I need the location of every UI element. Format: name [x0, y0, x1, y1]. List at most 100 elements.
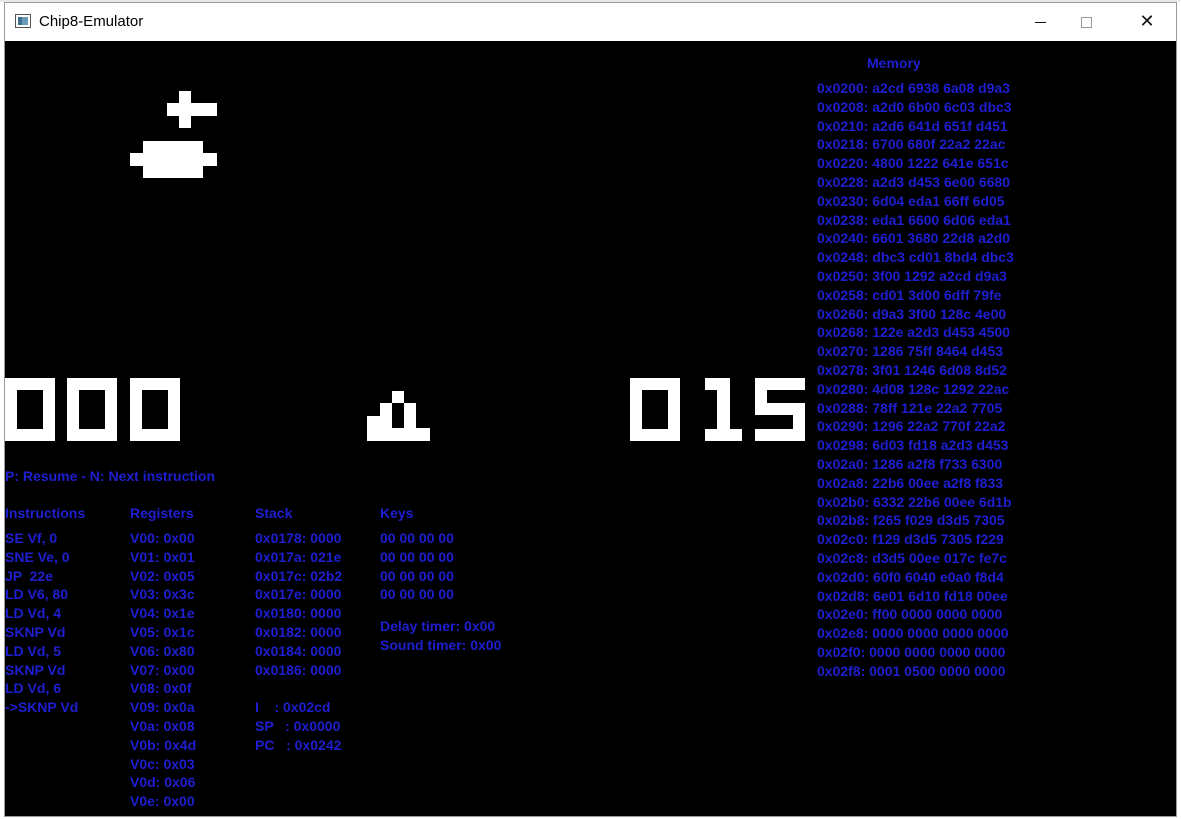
memory-row: 0x0270: 1286 75ff 8464 d453: [817, 343, 1004, 360]
minimize-icon: [1034, 21, 1046, 23]
instructions-header: Instructions: [5, 505, 86, 521]
minimize-button[interactable]: [1017, 3, 1063, 41]
memory-row: 0x02b0: 6332 22b6 00ee 6d1b: [817, 493, 1012, 510]
maximize-icon: [1080, 16, 1092, 28]
memory-row: 0x02e0: ff00 0000 0000 0000: [817, 606, 1003, 623]
stack-item: 0x0186: 0000: [255, 661, 342, 678]
close-button[interactable]: ✕: [1124, 3, 1170, 41]
memory-row: 0x0260: d9a3 3f00 128c 4e00: [817, 305, 1007, 322]
memory-row: 0x02e8: 0000 0000 0000 0000: [817, 625, 1009, 642]
register-item: V09: 0x0a: [130, 699, 195, 716]
register-item: V06: 0x80: [130, 642, 195, 659]
memory-row: 0x02b8: f265 f029 d3d5 7305: [817, 512, 1005, 529]
maximize-button[interactable]: [1063, 3, 1109, 41]
register-item: V08: 0x0f: [130, 680, 192, 697]
keys-row: 00 00 00 00: [380, 548, 454, 565]
register-item: V05: 0x1c: [130, 623, 195, 640]
close-icon: ✕: [1139, 11, 1155, 32]
register-item: V0b: 0x4d: [130, 736, 197, 753]
instruction-item: LD Vd, 5: [5, 642, 62, 659]
memory-row: 0x02d8: 6e01 6d10 fd18 00ee: [817, 587, 1008, 604]
keys-row: 00 00 00 00: [380, 530, 454, 546]
memory-row: 0x0238: eda1 6600 6d06 eda1: [817, 211, 1011, 228]
stack-item: 0x017c: 02b2: [255, 567, 343, 584]
memory-row: 0x0250: 3f00 1292 a2cd d9a3: [817, 267, 1007, 284]
register-item: V0c: 0x03: [130, 755, 195, 772]
memory-row: 0x02c8: d3d5 00ee 017c fe7c: [817, 549, 1007, 566]
instruction-item: LD V6, 80: [5, 586, 69, 603]
stack-list: 0x0178: 0000 0x017a: 021e 0x017c: 02b2 0…: [255, 529, 342, 679]
memory-row: 0x02a0: 1286 a2f8 f733 6300: [817, 455, 1003, 472]
keys-grid: 00 00 00 00 00 00 00 00 00 00 00 00 00 0…: [380, 529, 454, 604]
instruction-list: SE Vf, 0 SNE Ve, 0 JP 22e LD V6, 80 LD V…: [5, 529, 78, 717]
score-right-digits: [630, 378, 805, 441]
memory-row: 0x02c0: f129 d3d5 7305 f229: [817, 531, 1004, 548]
registers-header: Registers: [130, 505, 194, 521]
stack-item: 0x0182: 0000: [255, 623, 342, 640]
stack-pointer: SP : 0x0000: [255, 717, 341, 734]
keys-header: Keys: [380, 505, 414, 521]
instruction-item: SNE Ve, 0: [5, 548, 70, 565]
register-item: V03: 0x3c: [130, 586, 195, 603]
memory-row: 0x02f0: 0000 0000 0000 0000: [817, 643, 1006, 660]
memory-row: 0x0248: dbc3 cd01 8bd4 dbc3: [817, 249, 1014, 266]
keys-row: 00 00 00 00: [380, 567, 454, 584]
memory-row: 0x0288: 78ff 121e 22a2 7705: [817, 399, 1003, 416]
sound-timer: Sound timer: 0x00: [380, 636, 502, 653]
memory-row: 0x0298: 6d03 fd18 a2d3 d453: [817, 437, 1009, 454]
register-item: V0a: 0x08: [130, 717, 195, 734]
app-icon: [15, 14, 31, 28]
memory-row: 0x0258: cd01 3d00 6dff 79fe: [817, 286, 1002, 303]
memory-row: 0x0228: a2d3 d453 6e00 6680: [817, 173, 1011, 190]
app-window: Chip8-Emulator ✕ P: Resume - N: Next ins…: [4, 2, 1177, 817]
instruction-item: LD Vd, 6: [5, 680, 62, 697]
stack-item: 0x0180: 0000: [255, 605, 342, 622]
memory-row: 0x0218: 6700 680f 22a2 22ac: [817, 136, 1006, 153]
stack-item: 0x017a: 021e: [255, 548, 342, 565]
stack-header: Stack: [255, 505, 293, 521]
memory-row: 0x0208: a2d0 6b00 6c03 dbc3: [817, 98, 1012, 115]
register-item: V0d: 0x06: [130, 774, 196, 791]
instruction-item: SKNP Vd: [5, 623, 66, 640]
memory-header: Memory: [867, 55, 921, 71]
register-list: V00: 0x00 V01: 0x01 V02: 0x05 V03: 0x3c …: [130, 529, 196, 811]
instruction-item: SE Vf, 0: [5, 530, 58, 546]
memory-row: 0x0210: a2d6 641d 651f d451: [817, 117, 1008, 134]
memory-dump: 0x0200: a2cd 6938 6a08 d9a3 0x0208: a2d0 …: [817, 79, 1014, 681]
index-register: I : 0x02cd: [255, 699, 331, 715]
title-bar[interactable]: Chip8-Emulator ✕: [5, 3, 1176, 41]
memory-row: 0x0280: 4d08 128c 1292 22ac: [817, 380, 1010, 397]
score-left-digits: [5, 378, 180, 441]
memory-row: 0x02f8: 0001 0500 0000 0000: [817, 662, 1006, 679]
memory-row: 0x0240: 6601 3680 22d8 a2d0: [817, 230, 1011, 247]
register-item: V00: 0x00: [130, 530, 195, 546]
memory-row: 0x0220: 4800 1222 641e 651c: [817, 155, 1009, 172]
stack-item: 0x017e: 0000: [255, 586, 342, 603]
timers: Delay timer: 0x00 Sound timer: 0x00: [380, 617, 501, 655]
player-sprite: [130, 91, 217, 178]
memory-row: 0x0268: 122e a2d3 d453 4500: [817, 324, 1011, 341]
target-sprite: [367, 391, 430, 441]
memory-row: 0x0230: 6d04 eda1 66ff 6d05: [817, 192, 1005, 209]
window-title: Chip8-Emulator: [39, 13, 144, 30]
delay-timer: Delay timer: 0x00: [380, 618, 496, 634]
pointer-registers: I : 0x02cd SP : 0x0000 PC : 0x0242: [255, 698, 341, 754]
memory-row: 0x0278: 3f01 1246 6d08 8d52: [817, 361, 1007, 378]
register-item: V01: 0x01: [130, 548, 195, 565]
memory-row: 0x02a8: 22b6 00ee a2f8 f833: [817, 474, 1004, 491]
stack-item: 0x0178: 0000: [255, 530, 342, 546]
memory-row: 0x0290: 1296 22a2 770f 22a2: [817, 418, 1006, 435]
memory-row: 0x0200: a2cd 6938 6a08 d9a3: [817, 80, 1011, 96]
instruction-item: JP 22e: [5, 567, 54, 584]
memory-row: 0x02d0: 60f0 6040 e0a0 f8d4: [817, 568, 1004, 585]
program-counter: PC : 0x0242: [255, 736, 342, 753]
instruction-item: LD Vd, 4: [5, 605, 62, 622]
keys-row: 00 00 00 00: [380, 586, 454, 603]
stack-item: 0x0184: 0000: [255, 642, 342, 659]
register-item: V02: 0x05: [130, 567, 195, 584]
instruction-item: SKNP Vd: [5, 661, 66, 678]
register-item: V07: 0x00: [130, 661, 195, 678]
emulator-client-area: P: Resume - N: Next instruction Instruct…: [5, 41, 1176, 816]
current-instruction: ->SKNP Vd: [5, 699, 79, 716]
register-item: V04: 0x1e: [130, 605, 195, 622]
